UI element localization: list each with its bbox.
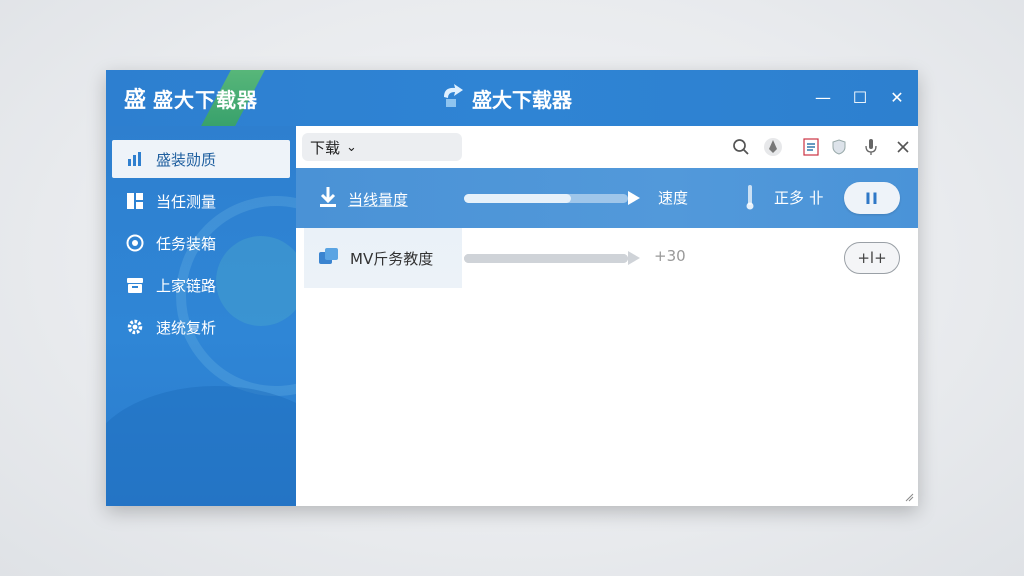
layout-icon [124, 190, 146, 212]
toolbar: 下载 ⌄ [296, 126, 918, 169]
files-icon [318, 246, 340, 270]
progress-arrow-icon [628, 191, 640, 205]
brand-logo-icon: 盛 [124, 88, 148, 113]
download-arrow-icon [318, 186, 338, 212]
sidebar-item-label: 速统复析 [156, 318, 217, 337]
content-area [296, 288, 918, 506]
app-logo-icon [440, 83, 466, 114]
archive-icon [124, 274, 146, 296]
gear-icon [124, 316, 146, 338]
sidebar-item-0[interactable]: 盛装勋质 [112, 140, 290, 178]
chart-icon [124, 148, 146, 170]
minimize-button[interactable]: — [810, 84, 836, 110]
progress-arrow-icon [628, 251, 640, 265]
status-text: 正多 卝 [774, 189, 824, 207]
speed-label: 速度 [658, 189, 689, 207]
title-bar: 盛 盛大下载器 盛大下载器 — ☐ ✕ [106, 70, 918, 126]
download-row[interactable]: MV斤务教度 +30 +l+ [296, 228, 918, 288]
sidebar-item-1[interactable]: 当任测量 [112, 182, 290, 220]
progress-fill [464, 194, 571, 203]
download-row-active[interactable]: 当线量度 速度 正多 卝 II [296, 168, 918, 228]
sidebar-item-label: 当任测量 [156, 192, 217, 211]
chevron-down-icon: ⌄ [346, 139, 357, 155]
progress-track [464, 194, 628, 203]
eye-icon [124, 232, 146, 254]
resize-grip-icon[interactable] [904, 492, 914, 502]
brand: 盛 盛大下载器 [124, 82, 258, 114]
search-icon[interactable] [730, 136, 752, 158]
center-title: 盛大下载器 [440, 82, 572, 114]
sidebar-item-label: 任务装箱 [156, 234, 217, 253]
speed-value: +30 [654, 247, 686, 265]
progress-track [464, 254, 628, 263]
document-icon[interactable] [800, 136, 822, 158]
download-name: 当线量度 [348, 190, 409, 209]
dropdown-value: 下载 [310, 138, 341, 157]
download-name: MV斤务教度 [350, 249, 434, 268]
thermometer-icon [746, 184, 754, 214]
sidebar-item-4[interactable]: 速统复析 [112, 308, 290, 346]
sidebar: 盛装勋质 当任测量 任务装箱 上家链路 速统复析 [106, 126, 296, 506]
sidebar-item-label: 上家链路 [156, 276, 217, 295]
sidebar-item-2[interactable]: 任务装箱 [112, 224, 290, 262]
app-title: 盛大下载器 [153, 87, 259, 112]
row-name-container: MV斤务教度 [318, 246, 433, 270]
microphone-icon[interactable] [860, 136, 882, 158]
close-button[interactable]: ✕ [884, 84, 910, 110]
add-button[interactable]: +l+ [844, 242, 900, 274]
shield-icon[interactable] [828, 136, 850, 158]
sidebar-item-label: 盛装勋质 [156, 150, 217, 169]
sidebar-item-3[interactable]: 上家链路 [112, 266, 290, 304]
download-dropdown[interactable]: 下载 ⌄ [302, 133, 462, 161]
sidebar-wave [106, 386, 296, 506]
app-window: 盛 盛大下载器 盛大下载器 — ☐ ✕ 盛装勋质 当任测量 任务装箱 上家链路 … [106, 70, 918, 506]
flame-icon[interactable] [762, 136, 784, 158]
pause-icon: II [865, 188, 879, 208]
close-icon[interactable] [892, 136, 914, 158]
progress-fill [464, 254, 628, 263]
pause-button[interactable]: II [844, 182, 900, 214]
maximize-button[interactable]: ☐ [847, 84, 873, 110]
center-app-title: 盛大下载器 [472, 87, 572, 112]
row-name-container: 当线量度 [318, 186, 408, 212]
add-icon: +l+ [857, 249, 887, 267]
